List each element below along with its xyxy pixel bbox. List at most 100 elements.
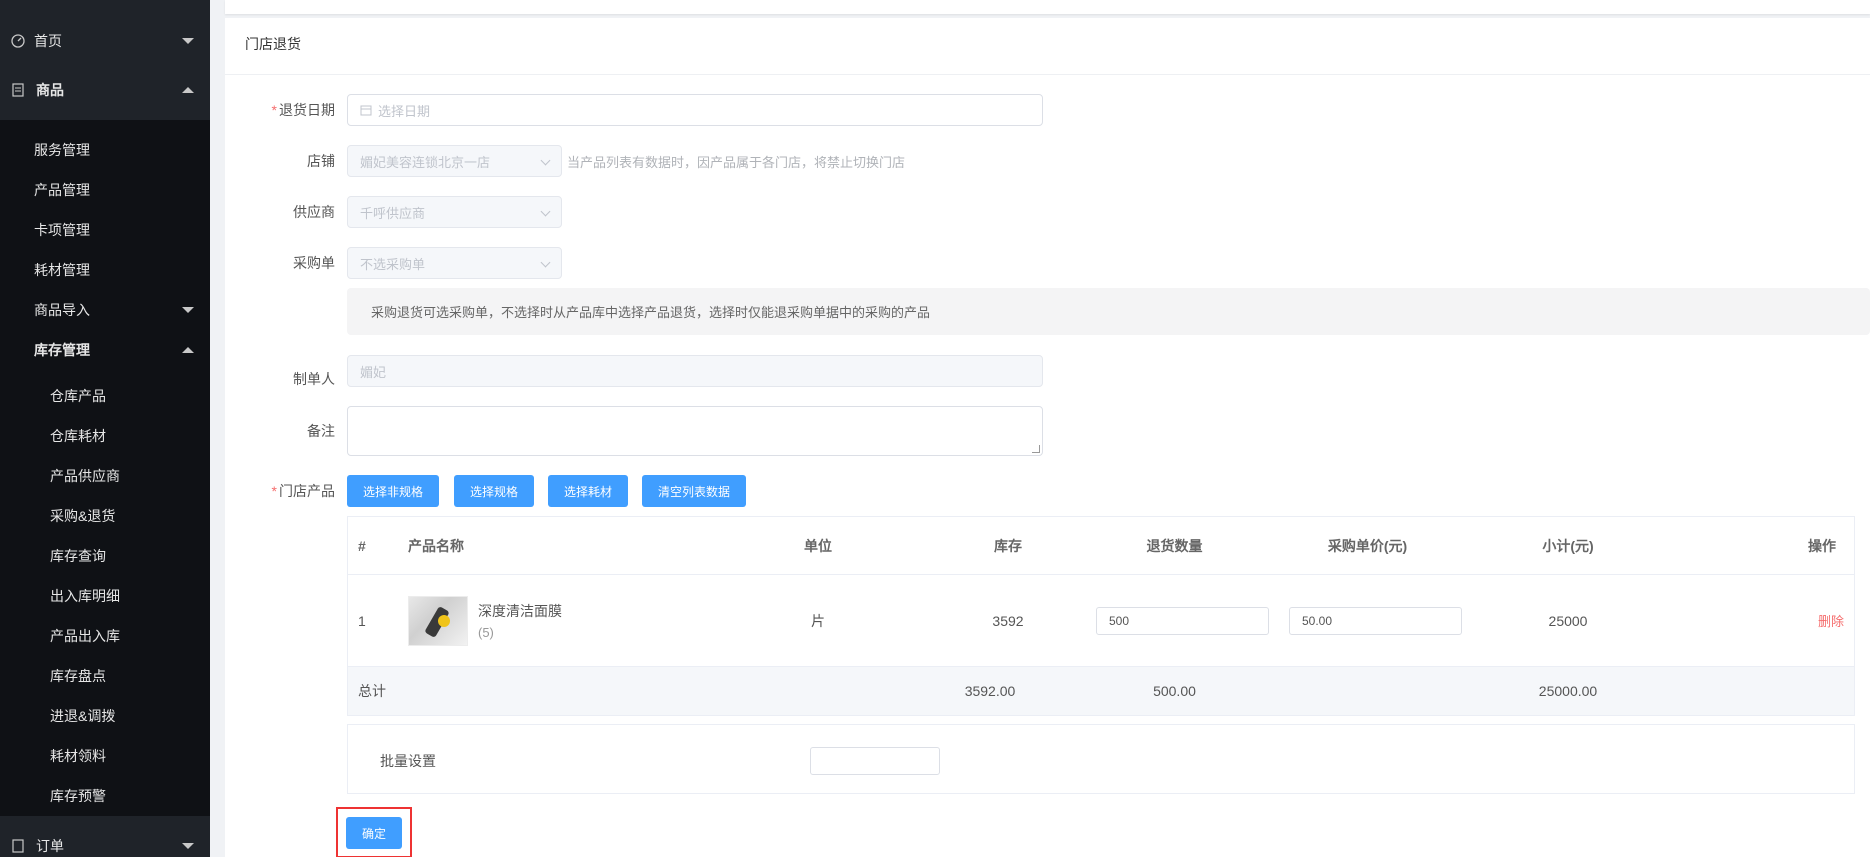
chevron-down-icon: [182, 843, 194, 849]
return-card: 门店退货 * 退货日期 选择日期 店铺 媚妃美容连锁北京一店 当产品列表有数据时，…: [225, 18, 1870, 857]
nav-goods[interactable]: 商品: [0, 60, 210, 120]
chevron-up-icon: [182, 87, 194, 93]
chevron-down-icon: [182, 307, 194, 313]
col-stock: 库存: [994, 537, 1022, 554]
products-label-text: 门店产品: [279, 483, 335, 499]
unit-price-input[interactable]: 50.00: [1289, 606, 1462, 635]
chevron-down-icon: [182, 38, 194, 44]
confirm-button[interactable]: 确定: [346, 817, 402, 849]
po-notice: 采购退货可选采购单，不选择时从产品库中选择产品退货，选择时仅能退采购单据中的采购…: [347, 288, 1870, 335]
table-summary-row: 总计 3592.00 500.00 25000.00: [348, 667, 1854, 715]
row-subtotal: 25000: [1548, 612, 1588, 629]
sidebar-item-label: 库存管理: [34, 342, 90, 358]
sidebar-item-warehouse-consumable[interactable]: 仓库耗材: [0, 416, 210, 456]
store-hint: 当产品列表有数据时，因产品属于各门店，将禁止切换门店: [567, 155, 906, 170]
date-placeholder: 选择日期: [378, 103, 431, 119]
sidebar-item-label: 耗材领料: [50, 748, 106, 764]
col-unit: 单位: [804, 537, 832, 554]
sidebar-item-stock[interactable]: 库存管理: [0, 330, 210, 370]
po-value: 不选采购单: [360, 256, 426, 272]
select-non-spec-button[interactable]: 选择非规格: [347, 475, 439, 507]
sidebar-item-label: 库存盘点: [50, 668, 106, 684]
store-select[interactable]: 媚妃美容连锁北京一店: [347, 145, 562, 177]
row-product: 深度清洁面膜 (5): [408, 575, 562, 666]
row-delete-cell: 删除: [1818, 575, 1844, 666]
batch-label: 批量设置: [380, 753, 436, 769]
chevron-down-icon: [540, 206, 551, 217]
sidebar-item-import[interactable]: 商品导入: [0, 290, 210, 330]
sidebar-item-stocktake[interactable]: 库存盘点: [0, 656, 210, 696]
sidebar-item-label: 商品导入: [34, 302, 90, 318]
sidebar-item-warehouse-product[interactable]: 仓库产品: [0, 376, 210, 416]
row-unit: 片: [811, 612, 825, 629]
sidebar-item-label: 仓库产品: [50, 388, 106, 404]
remark-textarea[interactable]: [347, 406, 1043, 456]
date-label-text: 退货日期: [279, 102, 335, 118]
nav-orders[interactable]: 订单: [0, 826, 210, 857]
maker-value: 媚妃: [360, 364, 387, 380]
table-row: 1 深度清洁面膜 (5) 片 3592 500 50.00 25000 删除: [348, 575, 1854, 667]
select-consumable-button[interactable]: 选择耗材: [548, 475, 628, 507]
store-label: 店铺: [307, 153, 335, 169]
sidebar-item-label: 仓库耗材: [50, 428, 106, 444]
supplier-select[interactable]: 千呼供应商: [347, 196, 562, 228]
date-label: * 退货日期: [225, 100, 335, 120]
sidebar-item-product[interactable]: 产品管理: [0, 170, 210, 210]
sidebar-item-stock-query[interactable]: 库存查询: [0, 536, 210, 576]
po-label: 采购单: [293, 255, 335, 271]
supplier-label: 供应商: [293, 204, 335, 220]
products-label: * 门店产品: [225, 481, 335, 501]
sidebar-item-purchase-return[interactable]: 采购&退货: [0, 496, 210, 536]
sidebar-item-stock-alert[interactable]: 库存预警: [0, 776, 210, 816]
batch-settings: 批量设置: [347, 724, 1855, 794]
sidebar-item-label: 产品管理: [34, 182, 90, 198]
sidebar-item-label: 耗材管理: [34, 262, 90, 278]
summary-stock: 3592.00: [964, 683, 1016, 699]
sidebar-item-label: 产品供应商: [50, 468, 120, 484]
sidebar-item-label: 采购&退货: [50, 508, 116, 524]
divider: [225, 74, 1870, 75]
batch-input[interactable]: [810, 747, 940, 775]
sidebar-item-inout-detail[interactable]: 出入库明细: [0, 576, 210, 616]
clear-list-button[interactable]: 清空列表数据: [642, 475, 746, 507]
chevron-down-icon: [540, 155, 551, 166]
sidebar-item-label: 服务管理: [34, 142, 90, 158]
required-mark: *: [271, 483, 277, 499]
product-count: (5): [478, 625, 494, 640]
row-price-cell: 50.00: [1289, 575, 1462, 666]
table-header: # 产品名称 单位 库存 退货数量 采购单价(元) 小计(元) 操作: [348, 517, 1854, 575]
product-name-block: 深度清洁面膜 (5): [478, 601, 562, 640]
date-picker[interactable]: 选择日期: [347, 94, 1043, 126]
sidebar-item-transfer[interactable]: 进退&调拨: [0, 696, 210, 736]
goods-submenu: 服务管理 产品管理 卡项管理 耗材管理 商品导入 库存管理 仓库产品 仓库耗材 …: [0, 120, 210, 816]
col-index: #: [358, 537, 366, 554]
sidebar-item-card[interactable]: 卡项管理: [0, 210, 210, 250]
dashboard-icon: [10, 33, 26, 49]
sidebar-item-label: 库存预警: [50, 788, 106, 804]
sidebar-item-consumable[interactable]: 耗材管理: [0, 250, 210, 290]
page-title: 门店退货: [245, 36, 301, 52]
return-qty-input[interactable]: 500: [1096, 606, 1269, 635]
chevron-down-icon: [540, 257, 551, 268]
product-name: 深度清洁面膜: [478, 603, 562, 619]
maker-input: 媚妃: [347, 355, 1043, 387]
main-content: 门店退货 * 退货日期 选择日期 店铺 媚妃美容连锁北京一店 当产品列表有数据时，…: [210, 0, 1870, 857]
nav-home-label: 首页: [34, 33, 62, 49]
store-value: 媚妃美容连锁北京一店: [360, 154, 491, 170]
sidebar-item-supplier[interactable]: 产品供应商: [0, 456, 210, 496]
delete-link[interactable]: 删除: [1818, 611, 1844, 630]
select-spec-button[interactable]: 选择规格: [454, 475, 534, 507]
sidebar-item-consumable-pick[interactable]: 耗材领料: [0, 736, 210, 776]
col-price: 采购单价(元): [1327, 537, 1408, 554]
chevron-up-icon: [182, 347, 194, 353]
col-qty: 退货数量: [1146, 537, 1203, 554]
sidebar: 首页 商品 服务管理 产品管理 卡项管理 耗材管理 商品导入 库存管理 仓库产品…: [0, 0, 210, 857]
row-qty-cell: 500: [1096, 575, 1269, 666]
sidebar-item-label: 产品出入库: [50, 628, 120, 644]
thumbnail-dot: [438, 614, 450, 627]
sidebar-item-product-inout[interactable]: 产品出入库: [0, 616, 210, 656]
resize-handle[interactable]: [1032, 445, 1040, 453]
col-ops: 操作: [1808, 537, 1836, 554]
sidebar-item-service[interactable]: 服务管理: [0, 130, 210, 170]
po-select[interactable]: 不选采购单: [347, 247, 562, 279]
